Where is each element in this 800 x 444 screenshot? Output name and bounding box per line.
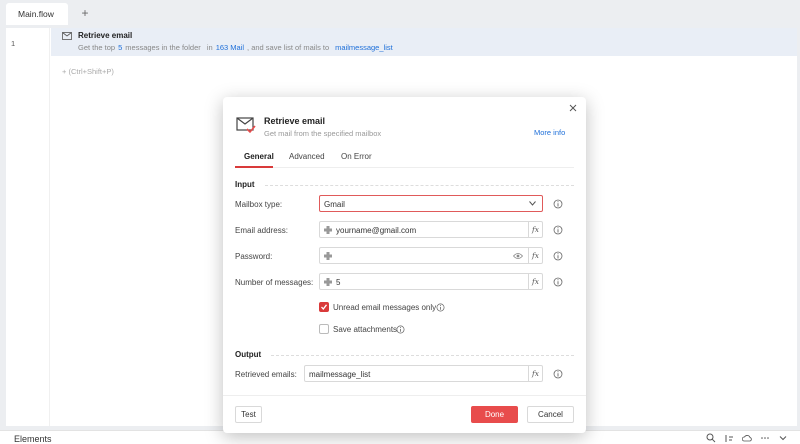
info-icon[interactable] <box>553 199 563 209</box>
cancel-button[interactable]: Cancel <box>527 406 574 423</box>
password-label: Password: <box>235 252 273 261</box>
fx-button[interactable]: fx <box>528 222 542 237</box>
step-count: 5 <box>118 43 123 52</box>
tab-advanced[interactable]: Advanced <box>289 152 325 161</box>
line-gutter: 1 <box>6 28 50 426</box>
panel-toolbar <box>706 433 788 443</box>
output-divider <box>271 355 574 356</box>
tab-main-flow[interactable]: Main.flow <box>6 3 68 25</box>
dialog-tabs: General Advanced On Error <box>235 152 574 168</box>
fx-button[interactable]: fx <box>528 366 542 381</box>
mailbox-type-select[interactable]: Gmail <box>319 195 543 212</box>
unread-only-label: Unread email messages only <box>333 303 437 312</box>
sort-icon[interactable] <box>724 433 734 443</box>
step-desc-prefix: Get the top <box>78 43 116 52</box>
save-attachments-checkbox[interactable] <box>319 324 329 334</box>
step-description: Get the top 5 messages in the folder in 163… <box>78 43 396 52</box>
close-icon[interactable] <box>568 103 578 113</box>
add-step-hint[interactable]: + (Ctrl+Shift+P) <box>62 67 114 76</box>
more-icon[interactable] <box>760 433 770 443</box>
tab-bar: Main.flow + <box>0 0 800 28</box>
info-icon[interactable] <box>436 303 445 312</box>
unread-only-checkbox[interactable] <box>319 302 329 312</box>
dialog-subtitle: Get mail from the specified mailbox <box>264 129 382 138</box>
password-field[interactable]: fx <box>319 247 543 264</box>
flow-step-retrieve-email[interactable]: Retrieve email Get the top 5 messages in t… <box>51 28 797 56</box>
add-tab-button[interactable]: + <box>78 6 92 20</box>
output-section-title: Output <box>235 350 262 359</box>
input-section-title: Input <box>235 180 255 189</box>
tab-on-error[interactable]: On Error <box>341 152 372 161</box>
step-variable: mailmessage_list <box>335 43 393 52</box>
dialog-title: Retrieve email <box>264 116 326 126</box>
fx-button[interactable]: fx <box>528 274 542 289</box>
email-check-icon <box>236 117 256 134</box>
info-icon[interactable] <box>553 251 563 261</box>
elements-panel-title: Elements <box>14 434 52 444</box>
active-tab-indicator <box>235 166 273 168</box>
step-folder: 163 Mail <box>215 43 245 52</box>
email-address-value: yourname@gmail.com <box>336 226 417 235</box>
input-divider <box>265 185 574 186</box>
num-messages-label: Number of messages: <box>235 278 314 287</box>
step-title: Retrieve email <box>78 31 133 40</box>
tab-general[interactable]: General <box>244 152 274 161</box>
retrieved-emails-value: mailmessage_list <box>309 370 371 379</box>
mail-icon <box>62 32 72 40</box>
fx-button[interactable]: fx <box>528 248 542 263</box>
cloud-upload-icon[interactable] <box>742 433 752 443</box>
variable-icon <box>324 252 332 260</box>
chevron-down-icon <box>529 201 536 206</box>
retrieved-emails-field[interactable]: mailmessage_list fx <box>304 365 543 382</box>
retrieved-emails-label: Retrieved emails: <box>235 370 297 379</box>
line-number: 1 <box>11 39 16 48</box>
dialog-footer: Test Done Cancel <box>223 395 586 433</box>
step-desc-mid2: , and save list of mails to <box>247 43 330 52</box>
collapse-icon[interactable] <box>778 433 788 443</box>
variable-icon <box>324 226 332 234</box>
retrieve-email-dialog: Retrieve email Get mail from the specifi… <box>223 97 586 433</box>
info-icon[interactable] <box>396 325 405 334</box>
done-button[interactable]: Done <box>471 406 518 423</box>
more-info-link[interactable]: More info <box>534 128 565 137</box>
step-desc-in: in <box>206 43 213 52</box>
save-attachments-label: Save attachments <box>333 325 398 334</box>
email-address-label: Email address: <box>235 226 288 235</box>
email-address-field[interactable]: yourname@gmail.com fx <box>319 221 543 238</box>
mailbox-type-value: Gmail <box>324 200 345 209</box>
eye-icon[interactable] <box>513 252 523 260</box>
variable-icon <box>324 278 332 286</box>
info-icon[interactable] <box>553 225 563 235</box>
info-icon[interactable] <box>553 277 563 287</box>
num-messages-value: 5 <box>336 278 341 287</box>
info-icon[interactable] <box>553 369 563 379</box>
step-desc-mid1: messages in the folder <box>125 43 201 52</box>
search-icon[interactable] <box>706 433 716 443</box>
num-messages-field[interactable]: 5 fx <box>319 273 543 290</box>
test-button[interactable]: Test <box>235 406 262 423</box>
check-icon <box>321 304 328 311</box>
mailbox-type-label: Mailbox type: <box>235 200 283 209</box>
